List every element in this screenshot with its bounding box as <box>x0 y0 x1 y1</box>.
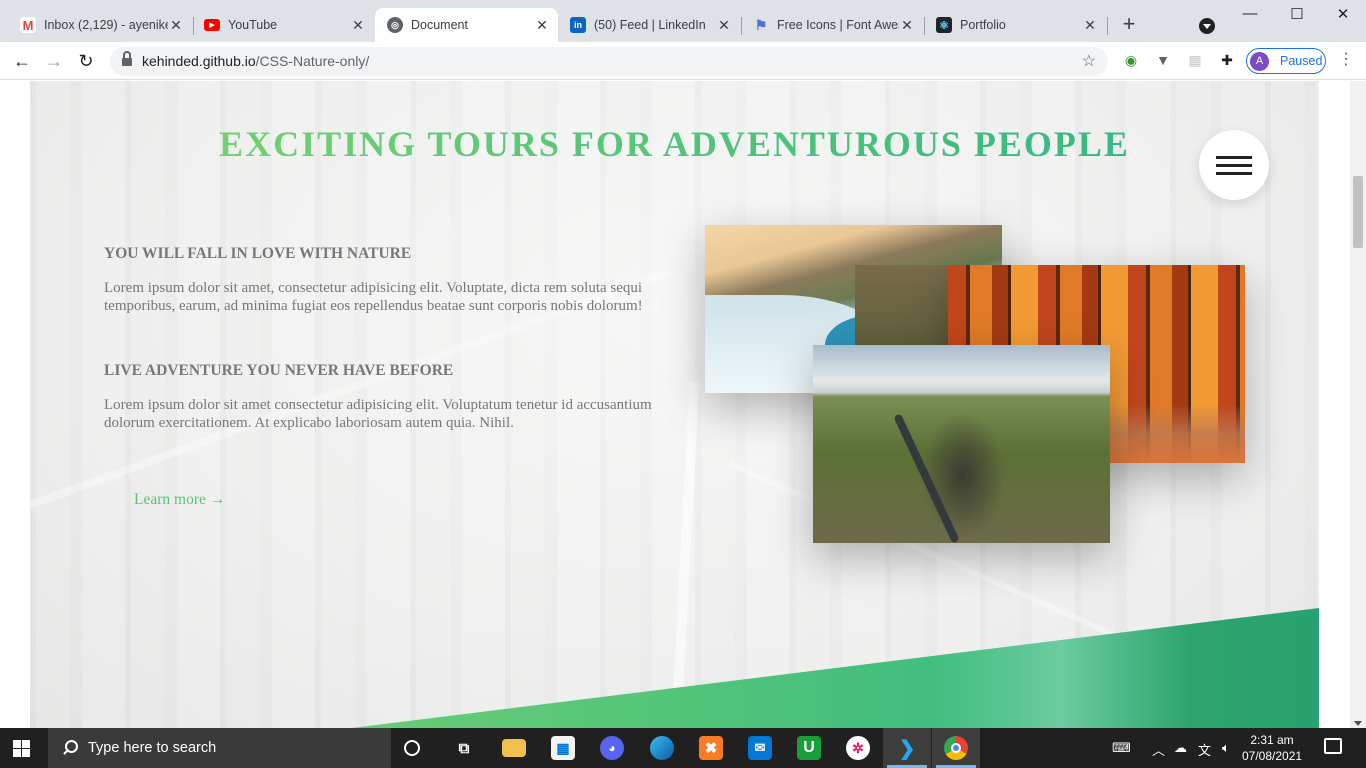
network-icon[interactable]: ☁ <box>1174 740 1187 756</box>
gmail-icon: M <box>20 17 36 33</box>
mail-icon[interactable]: ✉ <box>748 736 772 760</box>
language-icon[interactable]: 文 <box>1198 740 1211 759</box>
taskbar-search-box[interactable]: Type here to search <box>48 728 391 768</box>
search-icon <box>62 740 78 756</box>
page-scrollbar[interactable] <box>1350 81 1366 728</box>
new-tab-button[interactable]: + <box>1118 13 1140 36</box>
cortana-icon[interactable] <box>404 740 420 756</box>
section1-title: YOU WILL FALL IN LOVE WITH NATURE <box>104 245 412 262</box>
tab-title: Inbox (2,129) - ayenike <box>44 18 168 32</box>
edge-icon[interactable] <box>650 736 674 760</box>
tab-gmail[interactable]: M Inbox (2,129) - ayenike ✕ <box>8 8 192 42</box>
file-explorer-icon[interactable] <box>502 739 526 757</box>
section1-text: Lorem ipsum dolor sit amet, consectetur … <box>104 280 643 314</box>
tab-linkedin[interactable]: in (50) Feed | LinkedIn ✕ <box>558 8 740 42</box>
task-view-icon[interactable]: ⧉ <box>452 736 476 760</box>
youtube-icon: ▶ <box>204 19 220 31</box>
notifications-icon[interactable] <box>1324 738 1342 754</box>
maximize-button[interactable]: ☐ <box>1274 5 1320 27</box>
tab-title: YouTube <box>228 18 278 32</box>
windows-start-icon[interactable] <box>13 740 30 757</box>
section2-text: Lorem ipsum dolor sit amet consectetur a… <box>104 397 652 431</box>
xampp-icon[interactable]: ✖ <box>699 736 723 760</box>
tab-youtube[interactable]: ▶ YouTube ✕ <box>192 8 374 42</box>
clock-time: 2:31 am <box>1250 733 1294 747</box>
slack-icon[interactable]: ✲ <box>846 736 870 760</box>
taskbar: Type here to search ⧉ ▦ ◕ ✖ ✉ U ✲ ❯ ⌨ ︿ … <box>0 728 1366 768</box>
extension-vue-icon[interactable]: ▼ <box>1154 51 1172 69</box>
close-tab-icon[interactable]: ✕ <box>534 17 550 34</box>
about-section: EXCITING TOURS FOR ADVENTUROUS PEOPLE YO… <box>30 81 1319 728</box>
discord-icon[interactable]: ◕ <box>600 736 624 760</box>
close-tab-icon[interactable]: ✕ <box>1082 17 1098 34</box>
close-tab-icon[interactable]: ✕ <box>168 17 184 34</box>
menu-line-icon <box>1216 164 1252 167</box>
minimize-button[interactable]: — <box>1227 5 1273 27</box>
forward-button[interactable]: → <box>43 50 65 72</box>
scroll-down-icon[interactable] <box>1354 721 1362 726</box>
tab-search-icon[interactable] <box>1199 18 1215 34</box>
tab-portfolio[interactable]: ⚛ Portfolio ✕ <box>924 8 1106 42</box>
section2-title: LIVE ADVENTURE YOU NEVER HAVE BEFORE <box>104 362 454 379</box>
tab-strip: M Inbox (2,129) - ayenike ✕ ▶ YouTube ✕ … <box>0 0 1366 42</box>
close-tab-icon[interactable]: ✕ <box>716 17 732 34</box>
hamburger-menu-button[interactable] <box>1199 130 1269 200</box>
volume-icon[interactable]: 🔈︎ <box>1222 740 1230 756</box>
extension-globe-icon[interactable]: ◉ <box>1122 51 1140 69</box>
tab-title: (50) Feed | LinkedIn <box>594 18 706 32</box>
profile-button[interactable]: A Paused <box>1246 48 1326 74</box>
flag-icon: ⚑ <box>754 16 768 33</box>
menu-line-icon <box>1216 156 1252 159</box>
scrollbar-thumb[interactable] <box>1353 176 1363 248</box>
tab-title: Document <box>411 18 468 32</box>
close-tab-icon[interactable]: ✕ <box>899 17 915 34</box>
reload-button[interactable]: ↻ <box>75 50 97 72</box>
close-window-button[interactable]: ✕ <box>1320 5 1366 27</box>
valley-river-photo[interactable] <box>813 345 1110 544</box>
page-viewport: EXCITING TOURS FOR ADVENTUROUS PEOPLE YO… <box>0 81 1366 728</box>
browser-menu-icon[interactable]: ⋮ <box>1338 49 1354 71</box>
extension-grid-icon[interactable]: ▦ <box>1186 51 1204 69</box>
avatar: A <box>1250 51 1269 71</box>
tab-font-awesome[interactable]: ⚑ Free Icons | Font Awes ✕ <box>741 8 923 42</box>
vscode-icon[interactable]: ❯ <box>895 736 919 760</box>
upwork-icon[interactable]: U <box>797 736 821 760</box>
extensions-puzzle-icon[interactable]: ✚ <box>1218 51 1236 69</box>
profile-status: Paused <box>1280 54 1323 68</box>
linkedin-icon: in <box>570 17 586 33</box>
learn-more-link[interactable]: Learn more → <box>134 491 225 509</box>
lock-icon[interactable] <box>122 51 132 66</box>
clock-date: 07/08/2021 <box>1242 749 1303 763</box>
tab-document[interactable]: ◎ Document ✕ <box>375 8 558 42</box>
tab-title: Free Icons | Font Awes <box>777 18 899 32</box>
close-tab-icon[interactable]: ✕ <box>350 17 366 34</box>
back-button[interactable]: ← <box>11 50 33 72</box>
menu-line-icon <box>1216 172 1252 175</box>
chrome-icon[interactable] <box>944 736 968 760</box>
show-hidden-icons[interactable]: ︿ <box>1152 740 1165 759</box>
url-text[interactable]: kehinded.github.io/CSS-Nature-only/ <box>142 53 369 69</box>
address-bar[interactable]: kehinded.github.io/CSS-Nature-only/ ☆ <box>110 47 1108 76</box>
tab-title: Portfolio <box>960 18 1006 32</box>
microsoft-store-icon[interactable]: ▦ <box>551 736 575 760</box>
keyboard-icon[interactable]: ⌨ <box>1112 740 1131 756</box>
bookmark-star-icon[interactable]: ☆ <box>1082 51 1096 71</box>
search-placeholder: Type here to search <box>88 740 217 756</box>
system-clock[interactable]: 2:31 am 07/08/2021 <box>1242 732 1302 764</box>
page-heading: EXCITING TOURS FOR ADVENTUROUS PEOPLE <box>30 123 1319 165</box>
globe-icon: ◎ <box>387 17 403 33</box>
react-icon: ⚛ <box>936 17 952 33</box>
